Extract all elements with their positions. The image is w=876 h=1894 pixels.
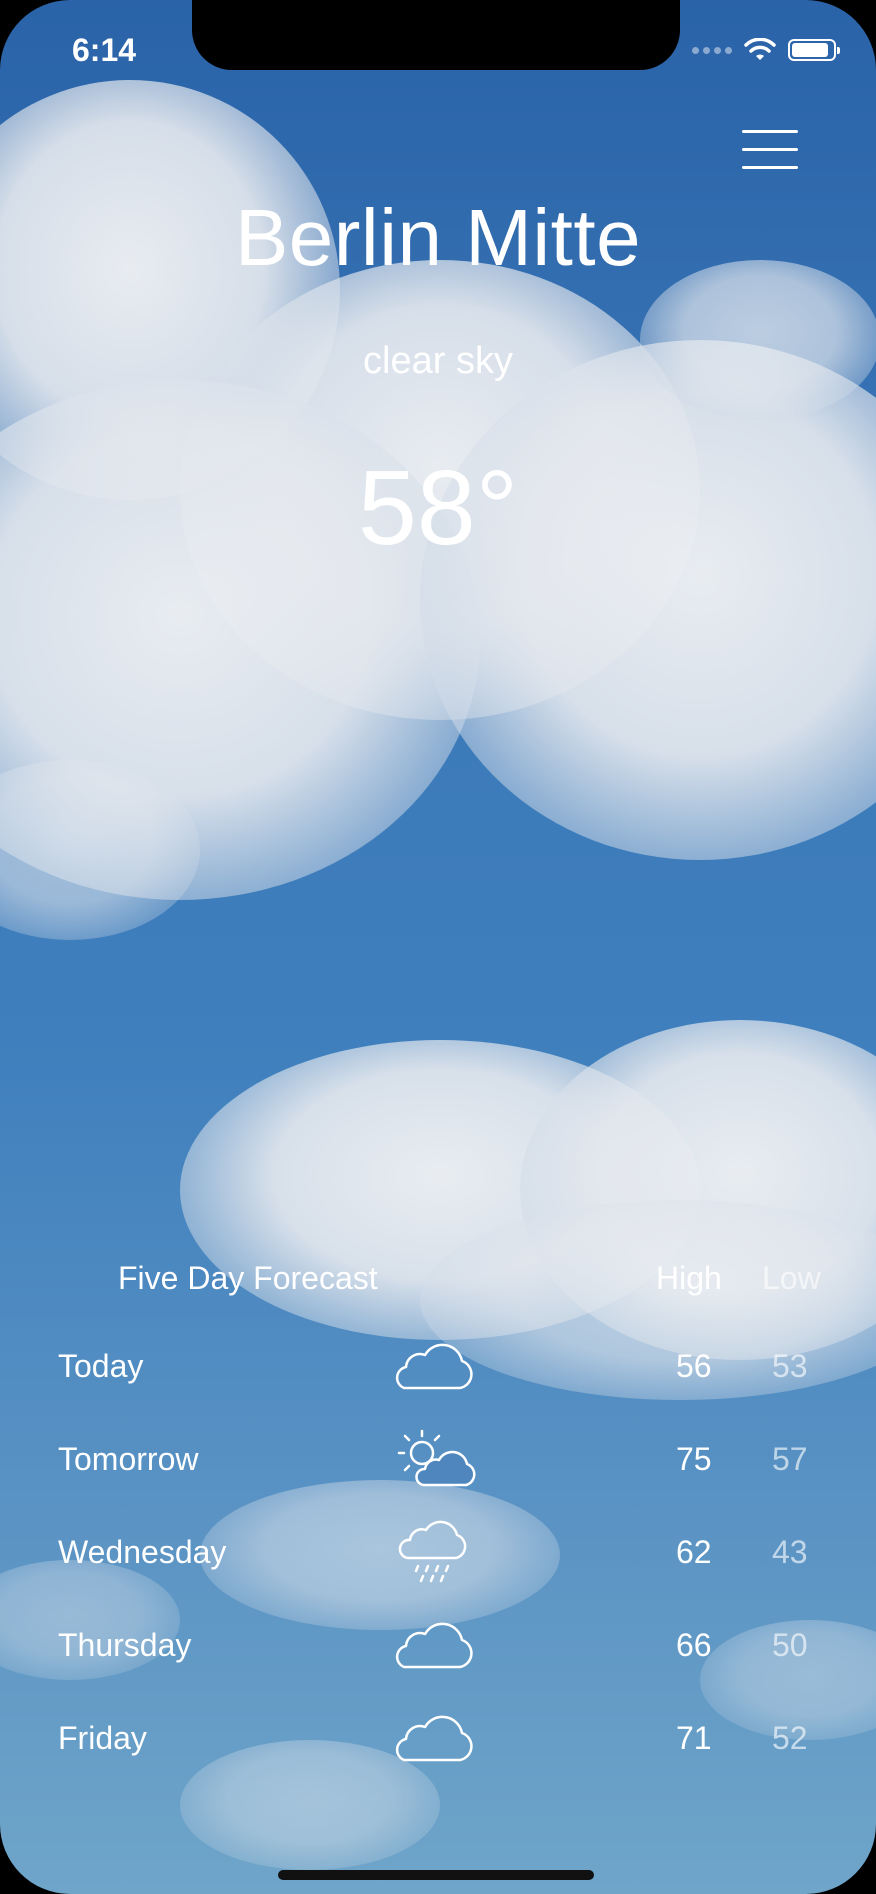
forecast-day: Thursday xyxy=(58,1627,192,1663)
forecast-row-friday: Friday 71 52 xyxy=(0,1715,876,1780)
cloud-icon xyxy=(395,1622,473,1669)
menu-icon xyxy=(742,130,798,133)
forecast-high: 75 xyxy=(676,1441,712,1477)
forecast-row-tomorrow: Tomorrow 75 57 xyxy=(0,1429,876,1501)
forecast-low: 57 xyxy=(772,1441,808,1477)
forecast-day: Wednesday xyxy=(58,1534,227,1570)
phone-frame: 6:14 Berlin Mitte clear sky 58° Five Day… xyxy=(0,0,876,1894)
status-icons xyxy=(692,38,840,62)
forecast-day: Today xyxy=(58,1348,144,1384)
weather-description: clear sky xyxy=(363,340,513,382)
cloud-icon xyxy=(395,1715,473,1762)
device-notch xyxy=(192,0,680,70)
forecast-high: 62 xyxy=(676,1534,712,1570)
forecast-low: 50 xyxy=(772,1627,808,1663)
menu-button[interactable] xyxy=(742,130,798,170)
forecast-row-thursday: Thursday 66 50 xyxy=(0,1622,876,1687)
forecast-high: 71 xyxy=(676,1720,712,1756)
status-time: 6:14 xyxy=(72,32,137,68)
weather-screen: 6:14 Berlin Mitte clear sky 58° Five Day… xyxy=(0,0,876,1894)
forecast-low: 53 xyxy=(772,1348,808,1384)
current-temperature: 58° xyxy=(357,449,519,567)
forecast-row-today: Today 56 53 xyxy=(0,1343,876,1408)
forecast-day: Tomorrow xyxy=(58,1441,199,1477)
forecast-low: 52 xyxy=(772,1720,808,1756)
forecast-low: 43 xyxy=(772,1534,808,1570)
battery-level xyxy=(792,43,828,57)
forecast-row-wednesday: Wednesday 62 43 xyxy=(0,1520,876,1594)
cloud-icon xyxy=(395,1343,473,1390)
battery-icon xyxy=(788,39,840,61)
high-column-label: High xyxy=(656,1260,722,1296)
forecast-high: 56 xyxy=(676,1348,712,1384)
forecast-day: Friday xyxy=(58,1720,147,1756)
forecast-header: Five Day Forecast High Low xyxy=(0,1260,876,1310)
rain-icon xyxy=(398,1520,467,1583)
forecast-title: Five Day Forecast xyxy=(118,1260,378,1296)
wifi-icon xyxy=(744,38,776,60)
low-column-label: Low xyxy=(762,1260,821,1296)
partly-sunny-icon xyxy=(397,1429,476,1487)
forecast-high: 66 xyxy=(676,1627,712,1663)
signal-icon xyxy=(692,46,732,54)
home-indicator[interactable] xyxy=(278,1870,594,1880)
city-name: Berlin Mitte xyxy=(234,193,642,282)
